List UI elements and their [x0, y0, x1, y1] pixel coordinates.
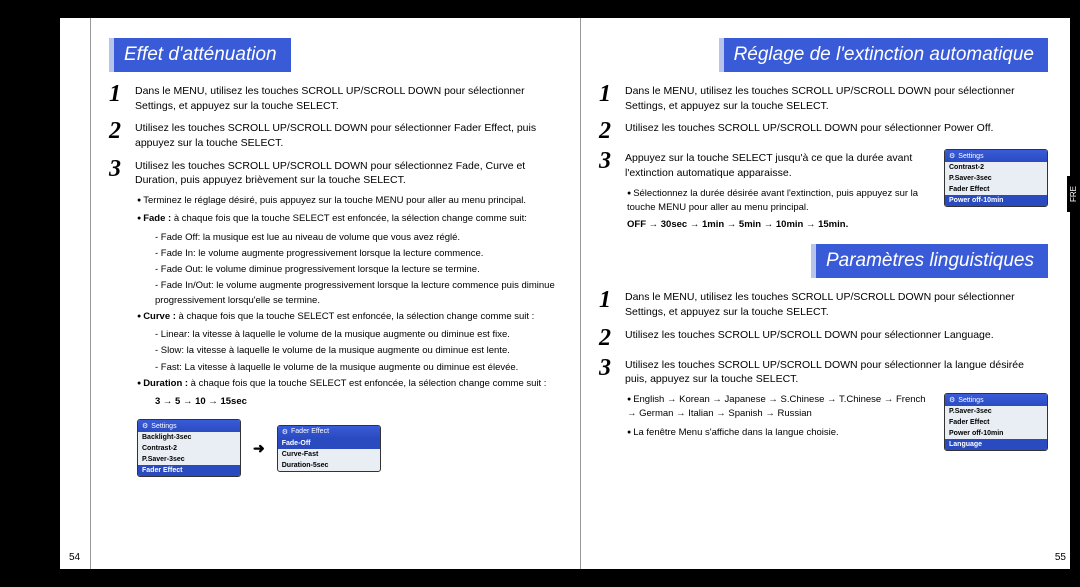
sub-curve: - Linear: la vitesse à laquelle le volum…	[155, 328, 558, 375]
heading-auto-off: Réglage de l'extinction automatique	[719, 38, 1048, 72]
bullet-fade: Fade : Fade : à chaque fois que la touch…	[137, 212, 558, 226]
bullet-terminez: Terminez le réglage désiré, puis appuyez…	[137, 194, 558, 208]
bullet-duration: Duration : à chaque fois que la touche S…	[137, 377, 558, 391]
device-title: Fader Effect	[278, 426, 380, 438]
arrow-icon: ➜	[253, 440, 265, 457]
device-row-item: Backlight-3sec	[138, 432, 240, 443]
bullet-curve: Curve : à chaque fois que la touche SELE…	[137, 310, 558, 324]
page-number-left: 54	[69, 552, 80, 563]
frame-left	[0, 0, 60, 587]
frame-bottom	[0, 569, 1080, 587]
page-right: FRE Réglage de l'extinction automatique …	[580, 18, 1070, 569]
language-tab: FRE	[1067, 176, 1080, 212]
step-text: Utilisez les touches SCROLL UP/SCROLL DO…	[625, 326, 994, 350]
fade-inout: - Fade In/Out: le volume augmente progre…	[155, 279, 558, 308]
step-num: 2	[109, 119, 135, 150]
device-row: Settings Backlight-3sec Contrast-2 P.Sav…	[137, 419, 558, 477]
page-left: Effet d'atténuation 1 Dans le MENU, util…	[90, 18, 580, 569]
step-2: 2 Utilisez les touches SCROLL UP/SCROLL …	[599, 119, 1048, 143]
step-num: 3	[109, 157, 135, 188]
fade-in: - Fade In: le volume augmente progressiv…	[155, 247, 558, 261]
device-row-selected: Language	[945, 439, 1047, 450]
fade-out: - Fade Out: le volume diminue progressiv…	[155, 263, 558, 277]
heading-fader: Effet d'atténuation	[109, 38, 291, 72]
device-row-item: Power off-10min	[945, 428, 1047, 439]
step-1: 1 Dans le MENU, utilisez les touches SCR…	[599, 82, 1048, 113]
step-num: 2	[599, 119, 625, 143]
device-fader: Fader Effect Fade-Off Curve-Fast Duratio…	[277, 425, 381, 472]
step-3: 3 Utilisez les touches SCROLL UP/SCROLL …	[109, 157, 558, 188]
curve-fast: - Fast: La vitesse à laquelle le volume …	[155, 361, 558, 375]
step-text: Dans le MENU, utilisez les touches SCROL…	[625, 288, 1048, 319]
device-row-item: P.Saver-3sec	[138, 454, 240, 465]
device-row-selected: Power off-10min	[945, 195, 1047, 206]
step-1: 1 Dans le MENU, utilisez les touches SCR…	[109, 82, 558, 113]
device-row-item: Curve-Fast	[278, 449, 380, 460]
heading-wrap-auto-off: Réglage de l'extinction automatique	[599, 38, 1048, 82]
frame-right	[1070, 0, 1080, 587]
device-row-item: P.Saver-3sec	[945, 173, 1047, 184]
device-row-selected: Fade-Off	[278, 438, 380, 449]
curve-slow: - Slow: la vitesse à laquelle le volume …	[155, 344, 558, 358]
sub-fade: - Fade Off: la musique est lue au niveau…	[155, 231, 558, 308]
step-3: 3 Utilisez les touches SCROLL UP/SCROLL …	[599, 356, 1048, 387]
device-settings: Settings Backlight-3sec Contrast-2 P.Sav…	[137, 419, 241, 477]
device-row-item: Fader Effect	[945, 184, 1047, 195]
heading-wrap-lang: Paramètres linguistiques	[599, 244, 1048, 288]
step-text: Appuyez sur la touche SELECT jusqu'à ce …	[625, 149, 936, 180]
duration-seq: 3 → 5 → 10 → 15sec	[155, 395, 558, 409]
step-num: 1	[599, 82, 625, 113]
step-num: 1	[599, 288, 625, 319]
bullet-list: Terminez le réglage désiré, puis appuyez…	[137, 194, 558, 409]
page-number-right: 55	[1055, 552, 1066, 563]
step-num: 3	[599, 149, 625, 180]
device-row-item: P.Saver-3sec	[945, 406, 1047, 417]
content-area: Effet d'atténuation 1 Dans le MENU, util…	[60, 18, 1070, 569]
step-text: Dans le MENU, utilisez les touches SCROL…	[135, 82, 558, 113]
step-text: Utilisez les touches SCROLL UP/SCROLL DO…	[625, 119, 993, 143]
device-row-item: Contrast-2	[945, 162, 1047, 173]
step-text: Utilisez les touches SCROLL UP/SCROLL DO…	[135, 157, 558, 188]
curve-linear: - Linear: la vitesse à laquelle le volum…	[155, 328, 558, 342]
frame-top	[0, 0, 1080, 18]
device-title: Settings	[138, 420, 240, 432]
device-title: Settings	[945, 150, 1047, 162]
device-row-item: Fader Effect	[945, 417, 1047, 428]
step-2: 2 Utilisez les touches SCROLL UP/SCROLL …	[599, 326, 1048, 350]
fade-off: - Fade Off: la musique est lue au niveau…	[155, 231, 558, 245]
poweroff-sequence: OFF → 30sec → 1min → 5min → 10min → 15mi…	[627, 219, 1048, 230]
device-row-selected: Fader Effect	[138, 465, 240, 476]
heading-language: Paramètres linguistiques	[811, 244, 1048, 278]
device-poweroff: Settings Contrast-2 P.Saver-3sec Fader E…	[944, 149, 1048, 207]
step-1: 1 Dans le MENU, utilisez les touches SCR…	[599, 288, 1048, 319]
step-num: 3	[599, 356, 625, 387]
step-num: 1	[109, 82, 135, 113]
step-2: 2 Utilisez les touches SCROLL UP/SCROLL …	[109, 119, 558, 150]
manual-spread: Effet d'atténuation 1 Dans le MENU, util…	[0, 0, 1080, 587]
device-language: Settings P.Saver-3sec Fader Effect Power…	[944, 393, 1048, 451]
device-title: Settings	[945, 394, 1047, 406]
step-text: Utilisez les touches SCROLL UP/SCROLL DO…	[135, 119, 558, 150]
device-row-item: Contrast-2	[138, 443, 240, 454]
step-text: Dans le MENU, utilisez les touches SCROL…	[625, 82, 1048, 113]
device-row-item: Duration-5sec	[278, 460, 380, 471]
step-text: Utilisez les touches SCROLL UP/SCROLL DO…	[625, 356, 1048, 387]
step-num: 2	[599, 326, 625, 350]
step-3: 3 Appuyez sur la touche SELECT jusqu'à c…	[599, 149, 936, 180]
